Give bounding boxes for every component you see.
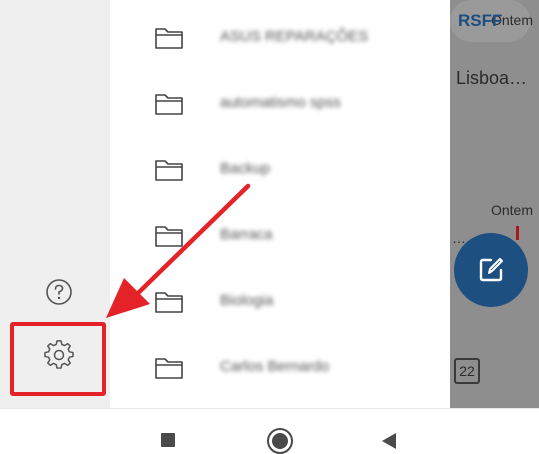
folder-row[interactable]: Barraca bbox=[110, 202, 450, 268]
folder-label: ASUS REPARAÇÕES bbox=[220, 28, 369, 45]
message-location: Lisboa… bbox=[456, 68, 528, 88]
help-circle-icon[interactable] bbox=[44, 277, 74, 307]
folder-icon bbox=[155, 94, 183, 115]
folder-label: automatismo spss bbox=[220, 94, 341, 111]
folder-label: Barraca bbox=[220, 226, 273, 243]
message-date: Ontem bbox=[490, 202, 533, 218]
folder-icon bbox=[155, 28, 183, 49]
triangle-back-icon[interactable] bbox=[370, 409, 410, 454]
settings-highlight-box bbox=[10, 322, 106, 396]
folder-icon bbox=[155, 358, 183, 379]
compose-icon bbox=[479, 258, 503, 282]
folder-icon bbox=[155, 292, 183, 313]
system-navigation-bar bbox=[0, 408, 539, 454]
folder-label: Backup bbox=[220, 160, 271, 177]
compose-button[interactable] bbox=[454, 233, 528, 307]
background-app-content: Ontem Lisboa… RSFF Ontem … 22 bbox=[450, 0, 539, 408]
rsff-chip-label: RSFF bbox=[458, 11, 503, 30]
calendar-icon: 22 bbox=[454, 358, 480, 384]
folder-label: Biologia bbox=[220, 292, 274, 309]
folder-row[interactable]: Backup bbox=[110, 136, 450, 202]
folder-row[interactable]: ASUS REPARAÇÕES bbox=[110, 4, 450, 70]
folder-icon bbox=[155, 160, 183, 181]
folder-icon bbox=[155, 226, 183, 247]
important-marker-icon bbox=[516, 226, 519, 240]
folder-row[interactable]: Biologia bbox=[110, 268, 450, 334]
calendar-day: 22 bbox=[459, 363, 475, 379]
square-icon[interactable] bbox=[148, 409, 188, 454]
folder-label: Carlos Bernardo bbox=[220, 358, 330, 375]
folder-row[interactable]: automatismo spss bbox=[110, 70, 450, 136]
folder-list: ASUS REPARAÇÕES automatismo spss Backup … bbox=[110, 0, 450, 408]
folder-row[interactable]: Carlos Bernardo bbox=[110, 334, 450, 400]
circle-icon[interactable] bbox=[260, 409, 300, 454]
